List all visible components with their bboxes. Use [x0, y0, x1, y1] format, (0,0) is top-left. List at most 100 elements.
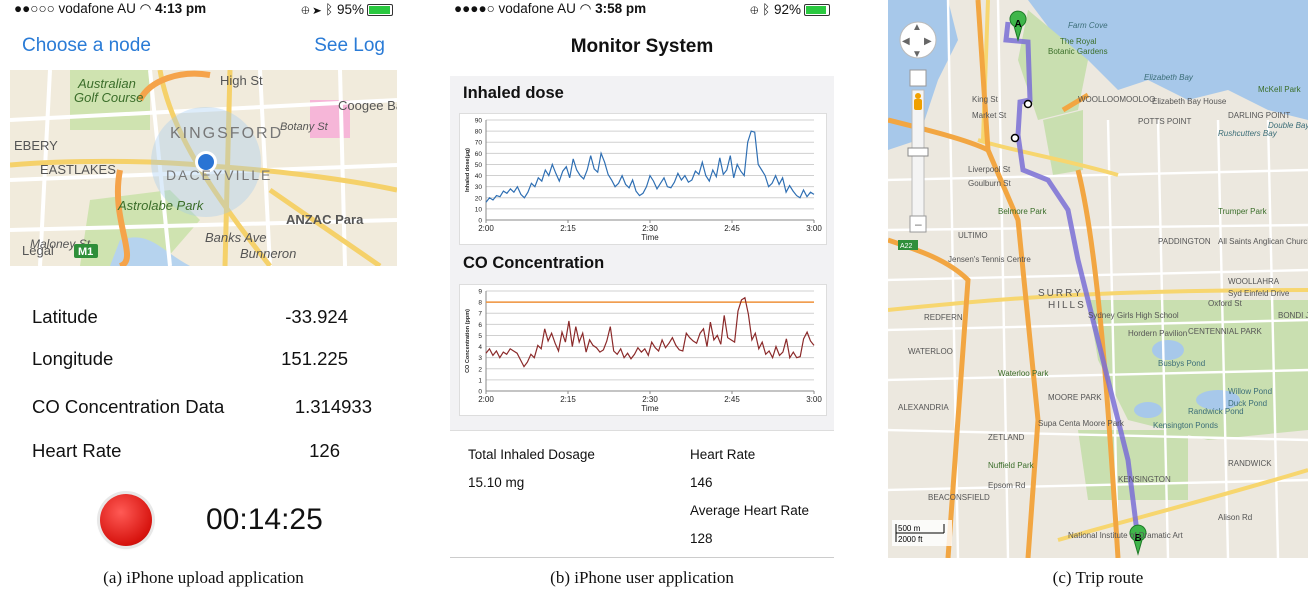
- status-bar: ●●●●○ vodafone AU ◠ 3:58 pm ⊕ ᛒ 92%: [450, 0, 834, 18]
- x-axis-label: Time: [641, 404, 659, 413]
- a22-label: A22: [900, 243, 913, 250]
- field-value: 126: [309, 440, 340, 461]
- field-row-co: CO Concentration Data 1.314933: [32, 396, 372, 418]
- user-app-screen: ●●●●○ vodafone AU ◠ 3:58 pm ⊕ ᛒ 92% Moni…: [450, 0, 834, 561]
- bluetooth-icon: ᛒ: [762, 1, 771, 17]
- svg-text:McKell Park: McKell Park: [1258, 85, 1302, 94]
- location-map[interactable]: Australian Golf Course Astrolabe Park Hi…: [10, 70, 397, 266]
- co-concentration-chart: 0 1 2 3 4 5 6 7 8 9 2:00 2:15 2:30 2:45 3:00 Time CO Con…: [459, 284, 827, 416]
- field-label: Longitude: [32, 348, 114, 369]
- x-tick-label: 2:30: [642, 224, 658, 233]
- caption-c: (c) Trip route: [1052, 568, 1144, 587]
- status-right: ⊕ ᛒ 92%: [750, 2, 830, 17]
- status-right: ⊕ ➤ ᛒ 95%: [301, 2, 393, 17]
- svg-text:SURRY: SURRY: [1038, 288, 1083, 299]
- map-label-banks: Banks Ave: [205, 230, 266, 245]
- battery-percent: 92%: [773, 1, 801, 17]
- pond-kensington: [1134, 402, 1162, 418]
- map-label-kingsford: KINGSFORD: [170, 125, 283, 142]
- series-line: [485, 296, 815, 368]
- svg-text:Liverpool St: Liverpool St: [968, 165, 1011, 174]
- svg-text:POTTS POINT: POTTS POINT: [1138, 117, 1191, 126]
- svg-text:Hordern Pavilion: Hordern Pavilion: [1128, 329, 1187, 338]
- svg-text:The Royal: The Royal: [1060, 37, 1097, 46]
- x-tick-label: 3:00: [806, 395, 822, 404]
- lock-rotation-icon: ⊕: [750, 1, 759, 17]
- heart-rate-value: 146: [690, 475, 713, 490]
- wifi-icon: ◠: [139, 1, 152, 16]
- y-axis-label: Inhaled dose(μg): [465, 148, 471, 192]
- record-button[interactable]: [100, 494, 152, 546]
- map-label-ebery: EBERY: [14, 138, 58, 153]
- summary-panel: Total Inhaled Dosage 15.10 mg Heart Rate…: [450, 430, 834, 561]
- scale-m: 500 m: [898, 524, 921, 533]
- field-label: Heart Rate: [32, 440, 122, 461]
- svg-text:ZETLAND: ZETLAND: [988, 433, 1025, 442]
- avg-heart-rate-value: 128: [690, 531, 713, 546]
- svg-text:Supa Centa Moore Park: Supa Centa Moore Park: [1038, 419, 1125, 428]
- field-row-latitude: Latitude -33.924: [32, 306, 362, 328]
- field-label: CO Concentration Data: [32, 396, 225, 417]
- y-tick-label: 6: [478, 322, 482, 329]
- field-label: Latitude: [32, 306, 98, 327]
- avg-heart-rate-label: Average Heart Rate: [690, 503, 810, 518]
- y-tick-label: 8: [478, 300, 482, 307]
- status-bar: ●●○○○ vodafone AU ◠ 4:13 pm ⊕ ➤ ᛒ 95%: [10, 0, 397, 18]
- lock-rotation-icon: ⊕: [301, 1, 310, 17]
- x-axis-label: Time: [641, 233, 659, 242]
- map-label-anzac: ANZAC Para: [286, 212, 364, 227]
- y-tick-label: 20: [475, 195, 483, 202]
- battery-icon: [804, 3, 830, 16]
- svg-text:Kensington Ponds: Kensington Ponds: [1153, 421, 1218, 430]
- location-icon: ➤: [313, 1, 322, 17]
- svg-text:Double Bay: Double Bay: [1268, 121, 1308, 130]
- svg-text:WATERLOO: WATERLOO: [908, 347, 953, 356]
- battery-percent: 95%: [336, 1, 364, 17]
- y-tick-label: 4: [478, 344, 482, 351]
- svg-text:Market St: Market St: [972, 111, 1007, 120]
- zoom-handle[interactable]: [907, 147, 929, 157]
- pan-up-icon[interactable]: ▲: [912, 22, 922, 33]
- total-dosage-value: 15.10 mg: [468, 475, 525, 490]
- svg-text:DARLING POINT: DARLING POINT: [1228, 111, 1290, 120]
- see-log-button[interactable]: See Log: [314, 35, 385, 57]
- svg-text:Oxford St: Oxford St: [1208, 299, 1243, 308]
- pan-down-icon[interactable]: ▼: [912, 49, 922, 60]
- route-waypoint: [1023, 99, 1033, 109]
- co-chart-svg: 01234567892:00 2:15 2:30 2:45 3:00TimeCO Con…: [465, 289, 822, 414]
- total-dosage-label: Total Inhaled Dosage: [468, 447, 595, 462]
- svg-text:Epsom Rd: Epsom Rd: [988, 481, 1025, 490]
- y-tick-label: 5: [478, 333, 482, 340]
- map-label-eastlakes: EASTLAKES: [40, 162, 116, 177]
- svg-text:Farm Cove: Farm Cove: [1068, 21, 1108, 30]
- map-label-botany: Botany St: [280, 121, 329, 133]
- pan-right-icon[interactable]: ▶: [924, 36, 932, 47]
- route-waypoint: [1010, 133, 1020, 143]
- inhaled-dose-chart: 0 10 20 30 40 50 60 70 80 90 2:00 2:15 2:30 2:45 3:00 T…: [459, 113, 827, 245]
- zoom-out-icon: –: [915, 217, 922, 231]
- svg-text:CENTENNIAL PARK: CENTENNIAL PARK: [1188, 327, 1262, 336]
- pond-busbys: [1152, 340, 1184, 360]
- svg-text:KENSINGTON: KENSINGTON: [1118, 475, 1171, 484]
- status-time: 4:13 pm: [155, 1, 207, 16]
- map-label-australian: Australian: [77, 76, 136, 91]
- svg-text:Nuffield Park: Nuffield Park: [988, 461, 1035, 470]
- pan-left-icon[interactable]: ◀: [902, 36, 910, 47]
- choose-node-button[interactable]: Choose a node: [22, 35, 151, 57]
- pegman-icon[interactable]: [914, 93, 922, 110]
- x-tick-label: 2:00: [478, 395, 494, 404]
- y-tick-label: 90: [475, 118, 483, 125]
- map-label-high-st: High St: [220, 73, 263, 88]
- svg-text:Syd Einfeld Drive: Syd Einfeld Drive: [1228, 289, 1290, 298]
- y-tick-label: 10: [475, 206, 483, 213]
- map-label-daceyville: DACEYVILLE: [166, 167, 272, 183]
- map-label-bunnerong: Bunneron: [240, 246, 296, 261]
- svg-text:Duck Pond: Duck Pond: [1228, 399, 1267, 408]
- map-label-astrolabe: Astrolabe Park: [117, 198, 205, 213]
- svg-text:PADDINGTON: PADDINGTON: [1158, 237, 1211, 246]
- wifi-icon: ◠: [579, 1, 592, 16]
- trip-route-map[interactable]: A B ▲ ▼ ◀ ▶ – Farm Cove The Royal Botani…: [888, 0, 1308, 558]
- svg-text:REDFERN: REDFERN: [924, 313, 963, 322]
- svg-text:Belmore Park: Belmore Park: [998, 207, 1047, 216]
- x-tick-label: 3:00: [806, 224, 822, 233]
